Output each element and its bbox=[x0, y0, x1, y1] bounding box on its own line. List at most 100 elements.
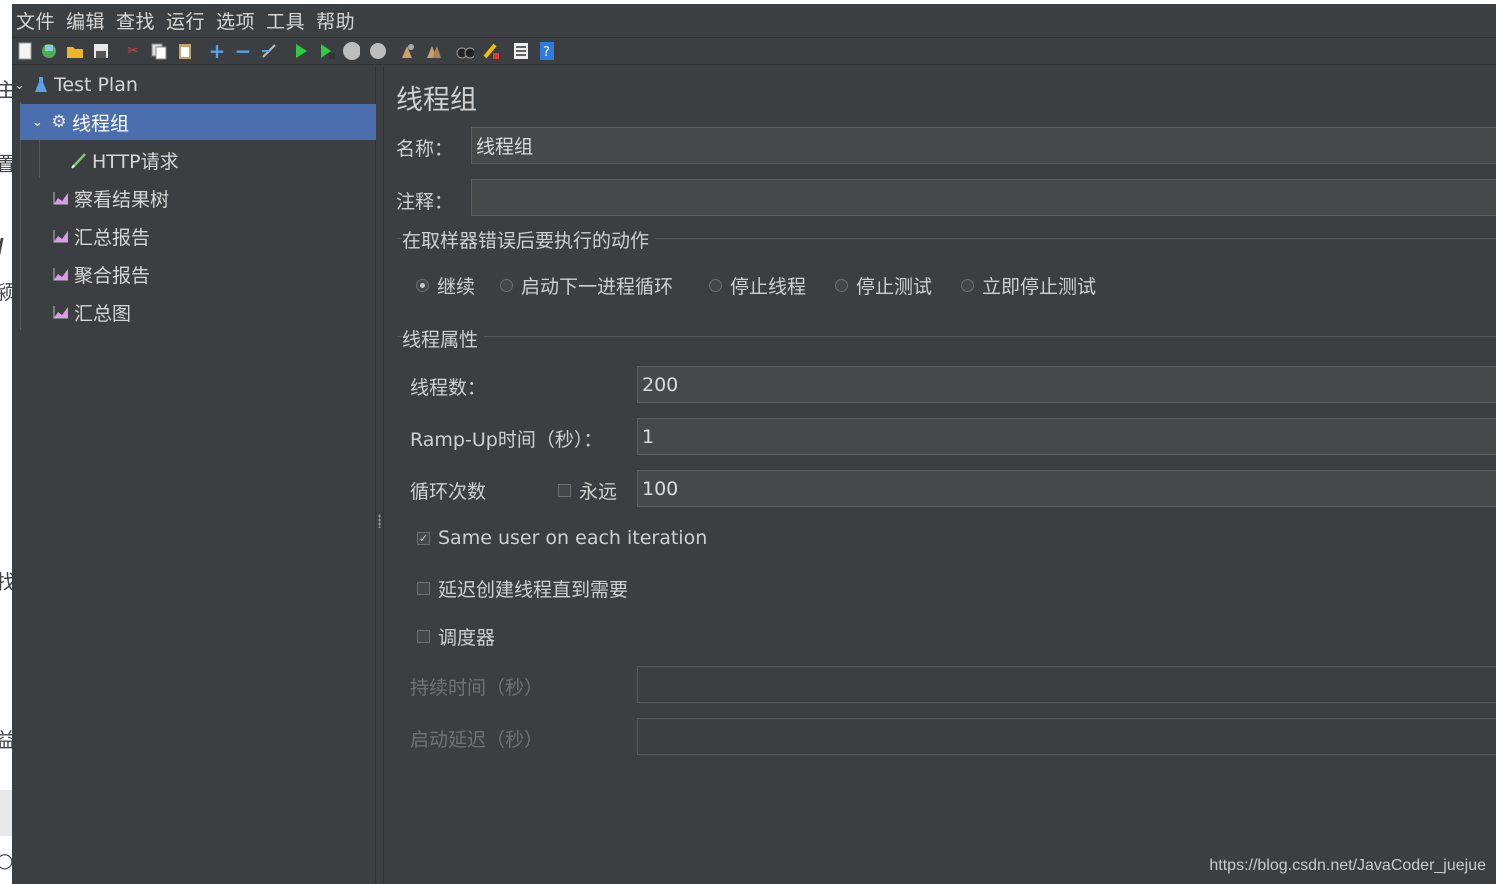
save-icon[interactable] bbox=[92, 42, 110, 60]
delay-thread-creation-checkbox[interactable]: 延迟创建线程直到需要 bbox=[417, 575, 628, 602]
split-pane-divider[interactable] bbox=[376, 66, 384, 884]
chart-icon bbox=[52, 227, 70, 245]
startup-delay-field[interactable] bbox=[637, 718, 1496, 755]
menu-bar: 文件 编辑 查找 运行 选项 工具 帮助 bbox=[12, 4, 1496, 36]
paste-icon[interactable] bbox=[176, 42, 194, 60]
tree-node-label: 察看结果树 bbox=[74, 188, 170, 211]
cropped-text-fragment: I bbox=[0, 232, 4, 265]
svg-text:?: ? bbox=[543, 45, 550, 60]
tree-guide-line bbox=[39, 140, 40, 178]
tree-node-label: HTTP请求 bbox=[92, 150, 179, 173]
tree-node-summary-report[interactable]: 汇总报告 bbox=[52, 218, 352, 254]
checkbox-label: 永远 bbox=[579, 481, 618, 503]
radio-label: 继续 bbox=[437, 276, 476, 298]
menu-run[interactable]: 运行 bbox=[166, 7, 205, 34]
name-field[interactable]: 线程组 bbox=[471, 127, 1496, 164]
start-icon[interactable] bbox=[292, 42, 310, 60]
radio-stop-thread[interactable]: 停止线程 bbox=[709, 272, 806, 299]
menu-search[interactable]: 查找 bbox=[116, 7, 155, 34]
chevron-down-icon[interactable]: ⌄ bbox=[32, 115, 46, 130]
startup-delay-label: 启动延迟（秒） bbox=[410, 729, 544, 751]
radio-unselected-icon[interactable] bbox=[961, 279, 974, 292]
start-no-pause-icon[interactable] bbox=[318, 42, 336, 60]
shutdown-icon[interactable] bbox=[368, 42, 386, 60]
chart-icon bbox=[52, 303, 70, 321]
chevron-down-icon[interactable]: ⌄ bbox=[14, 78, 28, 93]
scheduler-checkbox[interactable]: 调度器 bbox=[417, 623, 495, 650]
menu-file[interactable]: 文件 bbox=[16, 7, 55, 34]
gear-icon: ⚙ bbox=[51, 112, 67, 132]
cropped-text-fragment: ○ bbox=[0, 848, 12, 872]
chart-icon bbox=[52, 189, 70, 207]
function-helper-icon[interactable] bbox=[512, 42, 530, 60]
comment-label: 注释： bbox=[396, 191, 454, 213]
loop-count-field[interactable]: 100 bbox=[637, 470, 1496, 507]
radio-stop-test-now[interactable]: 立即停止测试 bbox=[961, 272, 1096, 299]
copy-icon[interactable] bbox=[150, 42, 168, 60]
cropped-text-fragment: 主 bbox=[0, 78, 12, 102]
comment-field[interactable] bbox=[471, 179, 1496, 216]
threads-field[interactable]: 200 bbox=[637, 366, 1496, 403]
threads-label: 线程数： bbox=[410, 377, 487, 399]
rampup-label: Ramp-Up时间（秒）： bbox=[410, 429, 603, 451]
drag-handle-icon[interactable] bbox=[378, 514, 381, 528]
checkbox-label: Same user on each iteration bbox=[438, 527, 708, 549]
cut-icon[interactable]: ✂ bbox=[124, 42, 142, 60]
name-label: 名称： bbox=[396, 138, 454, 160]
search-icon[interactable] bbox=[456, 42, 474, 60]
radio-selected-icon[interactable] bbox=[416, 279, 429, 292]
menu-options[interactable]: 选项 bbox=[216, 7, 255, 34]
toolbar: ✂ + − ? bbox=[12, 37, 1496, 65]
radio-unselected-icon[interactable] bbox=[500, 279, 513, 292]
checkbox-label: 延迟创建线程直到需要 bbox=[438, 579, 629, 601]
radio-stop-test[interactable]: 停止测试 bbox=[835, 272, 932, 299]
clear-all-icon[interactable] bbox=[424, 42, 442, 60]
tree-node-view-results-tree[interactable]: 察看结果树 bbox=[52, 180, 352, 216]
radio-start-next-loop[interactable]: 启动下一进程循环 bbox=[500, 272, 673, 299]
help-icon[interactable]: ? bbox=[538, 42, 556, 60]
radio-label: 启动下一进程循环 bbox=[521, 276, 674, 298]
reset-search-icon[interactable] bbox=[482, 42, 500, 60]
checkbox-unchecked-icon[interactable] bbox=[417, 630, 430, 643]
stop-icon[interactable] bbox=[342, 42, 360, 60]
radio-unselected-icon[interactable] bbox=[835, 279, 848, 292]
duration-field[interactable] bbox=[637, 666, 1496, 703]
tree-node-aggregate-report[interactable]: 聚合报告 bbox=[52, 256, 352, 292]
background-window-strip: 主 置 I 颍 找 益 ○ bbox=[0, 0, 12, 884]
group-border bbox=[397, 336, 1496, 337]
collapse-icon[interactable]: − bbox=[234, 39, 252, 63]
templates-icon[interactable] bbox=[40, 42, 58, 60]
tree-node-test-plan[interactable]: ⌄ Test Plan bbox=[12, 67, 376, 103]
cropped-text-fragment: 置 bbox=[0, 152, 12, 176]
tree-node-http-request[interactable]: HTTP请求 bbox=[70, 142, 370, 178]
menu-edit[interactable]: 编辑 bbox=[66, 7, 105, 34]
open-icon[interactable] bbox=[66, 42, 84, 60]
tree-node-thread-group[interactable]: ⌄ ⚙ 线程组 bbox=[20, 104, 376, 140]
clear-icon[interactable] bbox=[398, 42, 416, 60]
menu-tools[interactable]: 工具 bbox=[266, 7, 305, 34]
checkbox-unchecked-icon[interactable] bbox=[417, 582, 430, 595]
radio-unselected-icon[interactable] bbox=[709, 279, 722, 292]
tree-node-label: 汇总图 bbox=[74, 302, 132, 325]
radio-continue[interactable]: 继续 bbox=[416, 272, 475, 299]
chart-icon bbox=[52, 265, 70, 283]
cropped-text-fragment: 颍 bbox=[0, 280, 12, 304]
tree-node-summary-graph[interactable]: 汇总图 bbox=[52, 294, 352, 330]
tree-node-label: 线程组 bbox=[72, 112, 130, 135]
checkbox-unchecked-icon[interactable] bbox=[558, 484, 571, 497]
checkbox-checked-icon[interactable]: ✓ bbox=[417, 531, 430, 545]
checkbox-label: 调度器 bbox=[438, 627, 496, 649]
cropped-text-fragment: 找 bbox=[0, 570, 12, 594]
duration-label: 持续时间（秒） bbox=[410, 677, 544, 699]
same-user-checkbox[interactable]: ✓ Same user on each iteration bbox=[417, 527, 707, 549]
tree-node-label: 汇总报告 bbox=[74, 226, 151, 249]
menu-help[interactable]: 帮助 bbox=[316, 7, 355, 34]
forever-checkbox[interactable]: 永远 bbox=[558, 477, 617, 504]
rampup-field[interactable]: 1 bbox=[637, 418, 1496, 455]
thread-properties-group-title: 线程属性 bbox=[402, 325, 485, 352]
new-icon[interactable] bbox=[16, 42, 34, 60]
toggle-icon[interactable] bbox=[260, 42, 278, 60]
tree-node-label: 聚合报告 bbox=[74, 264, 151, 287]
radio-label: 立即停止测试 bbox=[982, 276, 1097, 298]
expand-icon[interactable]: + bbox=[208, 39, 226, 63]
